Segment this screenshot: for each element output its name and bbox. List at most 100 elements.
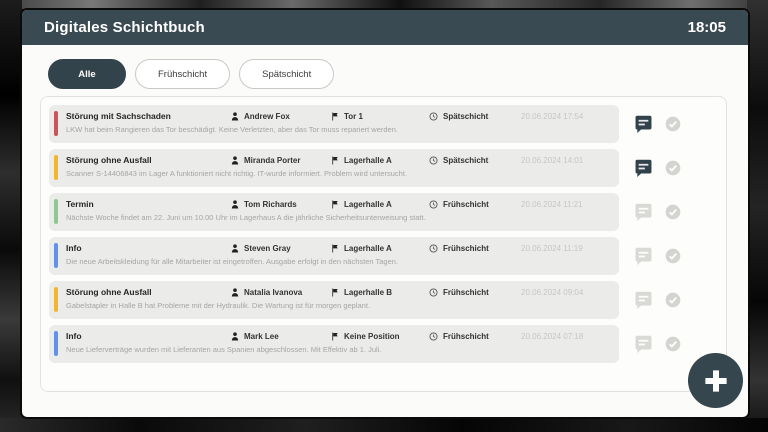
flag-icon: [331, 156, 339, 165]
entry-meta-line: Störung mit Sachschaden Andrew Fox Tor 1: [66, 111, 609, 121]
entry-row: Störung ohne Ausfall Natalia Ivanova Lag…: [49, 281, 718, 319]
entry-card[interactable]: Störung ohne Ausfall Natalia Ivanova Lag…: [49, 281, 619, 319]
clock-icon: [429, 200, 438, 209]
entry-title: Info: [66, 331, 231, 341]
entry-shift-name: Frühschicht: [443, 200, 489, 209]
entry-timestamp: 20.06.2024 17:54: [521, 112, 583, 121]
entry-timestamp: 20.06.2024 11:19: [521, 244, 583, 253]
comment-bubble-icon[interactable]: [635, 159, 652, 177]
entry-author-name: Natalia Ivanova: [244, 288, 302, 297]
person-icon: [231, 332, 239, 341]
entry-location: Lagerhalle B: [331, 288, 429, 297]
entry-shift: Frühschicht: [429, 244, 521, 253]
background-texture-left: [0, 0, 22, 432]
entry-author-name: Mark Lee: [244, 332, 279, 341]
entry-location-name: Tor 1: [344, 112, 363, 121]
entry-shift-name: Spätschicht: [443, 156, 488, 165]
plus-icon: [701, 366, 731, 396]
entry-description: Neue Lieferverträge wurden mit Lieferant…: [66, 345, 609, 354]
category-color-bar: [54, 199, 58, 224]
person-icon: [231, 200, 239, 209]
check-circle-icon[interactable]: [665, 292, 681, 308]
check-circle-icon[interactable]: [665, 160, 681, 176]
comment-bubble-icon[interactable]: [635, 115, 652, 133]
background-texture-top: [0, 0, 768, 9]
entry-location: Tor 1: [331, 112, 429, 121]
flag-icon: [331, 112, 339, 121]
entry-description: Scanner S-14406843 im Lager A funktionie…: [66, 169, 609, 178]
entry-location-name: Lagerhalle A: [344, 200, 392, 209]
entry-shift-name: Frühschicht: [443, 288, 489, 297]
entry-location: Lagerhalle A: [331, 156, 429, 165]
filter-tab[interactable]: Frühschicht: [135, 59, 230, 89]
category-color-bar: [54, 111, 58, 136]
flag-icon: [331, 288, 339, 297]
clock-display: 18:05: [688, 19, 726, 36]
entry-location-name: Keine Position: [344, 332, 400, 341]
entry-meta-line: Störung ohne Ausfall Miranda Porter Lage…: [66, 155, 609, 165]
entry-card[interactable]: Störung mit Sachschaden Andrew Fox Tor 1: [49, 105, 619, 143]
entry-author-name: Tom Richards: [244, 200, 297, 209]
entry-card[interactable]: Info Mark Lee Keine Position: [49, 325, 619, 363]
comment-bubble-icon[interactable]: [635, 291, 652, 309]
entry-description: LKW hat beim Rangieren das Tor beschädig…: [66, 125, 609, 134]
person-icon: [231, 112, 239, 121]
entry-title: Störung mit Sachschaden: [66, 111, 231, 121]
entry-card[interactable]: Info Steven Gray Lagerhalle A: [49, 237, 619, 275]
entry-actions: [635, 247, 681, 265]
entry-location-name: Lagerhalle B: [344, 288, 392, 297]
entry-location: Lagerhalle A: [331, 200, 429, 209]
clock-icon: [429, 156, 438, 165]
entry-shift: Spätschicht: [429, 156, 521, 165]
entry-author: Andrew Fox: [231, 112, 331, 121]
filter-tab[interactable]: Spätschicht: [239, 59, 334, 89]
category-color-bar: [54, 331, 58, 356]
entry-title: Info: [66, 243, 231, 253]
entry-author-name: Steven Gray: [244, 244, 291, 253]
entry-actions: [635, 159, 681, 177]
entry-description: Gabelstapler in Halle B hat Probleme mit…: [66, 301, 609, 310]
check-circle-icon[interactable]: [665, 336, 681, 352]
entry-card[interactable]: Termin Tom Richards Lagerhalle A: [49, 193, 619, 231]
background-texture-right: [747, 0, 768, 432]
add-entry-button[interactable]: [688, 353, 743, 408]
comment-bubble-icon[interactable]: [635, 247, 652, 265]
comment-bubble-icon[interactable]: [635, 203, 652, 221]
entry-title: Störung ohne Ausfall: [66, 155, 231, 165]
clock-icon: [429, 244, 438, 253]
category-color-bar: [54, 243, 58, 268]
entry-list: Störung mit Sachschaden Andrew Fox Tor 1: [49, 105, 718, 363]
entry-timestamp: 20.06.2024 14:01: [521, 156, 583, 165]
entry-shift: Frühschicht: [429, 288, 521, 297]
entry-actions: [635, 115, 681, 133]
comment-bubble-icon[interactable]: [635, 335, 652, 353]
entry-actions: [635, 291, 681, 309]
entry-meta-line: Info Mark Lee Keine Position: [66, 331, 609, 341]
clock-icon: [429, 112, 438, 121]
check-circle-icon[interactable]: [665, 116, 681, 132]
person-icon: [231, 156, 239, 165]
entry-shift-name: Frühschicht: [443, 332, 489, 341]
filter-tab[interactable]: Alle: [48, 59, 126, 89]
check-circle-icon[interactable]: [665, 204, 681, 220]
category-color-bar: [54, 155, 58, 180]
entry-actions: [635, 335, 681, 353]
entry-meta-line: Info Steven Gray Lagerhalle A: [66, 243, 609, 253]
entry-timestamp: 20.06.2024 09:04: [521, 288, 583, 297]
background-texture-bottom: [0, 418, 768, 432]
person-icon: [231, 244, 239, 253]
entry-timestamp: 20.06.2024 11:21: [521, 200, 583, 209]
category-color-bar: [54, 287, 58, 312]
entry-author: Miranda Porter: [231, 156, 331, 165]
entries-panel: Störung mit Sachschaden Andrew Fox Tor 1: [40, 96, 727, 392]
entry-shift: Frühschicht: [429, 332, 521, 341]
check-circle-icon[interactable]: [665, 248, 681, 264]
entry-row: Termin Tom Richards Lagerhalle A: [49, 193, 718, 231]
entry-card[interactable]: Störung ohne Ausfall Miranda Porter Lage…: [49, 149, 619, 187]
entry-author-name: Andrew Fox: [244, 112, 290, 121]
entry-author-name: Miranda Porter: [244, 156, 300, 165]
entry-location-name: Lagerhalle A: [344, 244, 392, 253]
entry-meta-line: Termin Tom Richards Lagerhalle A: [66, 199, 609, 209]
entry-author: Tom Richards: [231, 200, 331, 209]
entry-title: Störung ohne Ausfall: [66, 287, 231, 297]
